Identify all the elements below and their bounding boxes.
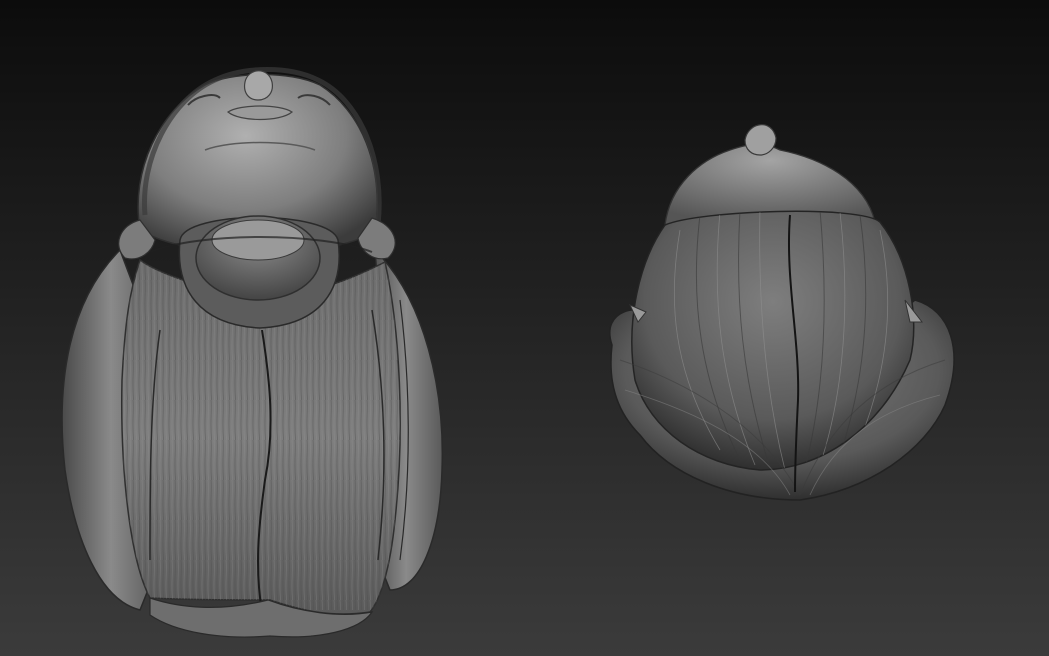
viewport-canvas [0, 0, 1049, 656]
neck-cap [211, 219, 305, 261]
nose [243, 70, 273, 101]
sculpt-viewport[interactable] [0, 0, 1049, 656]
